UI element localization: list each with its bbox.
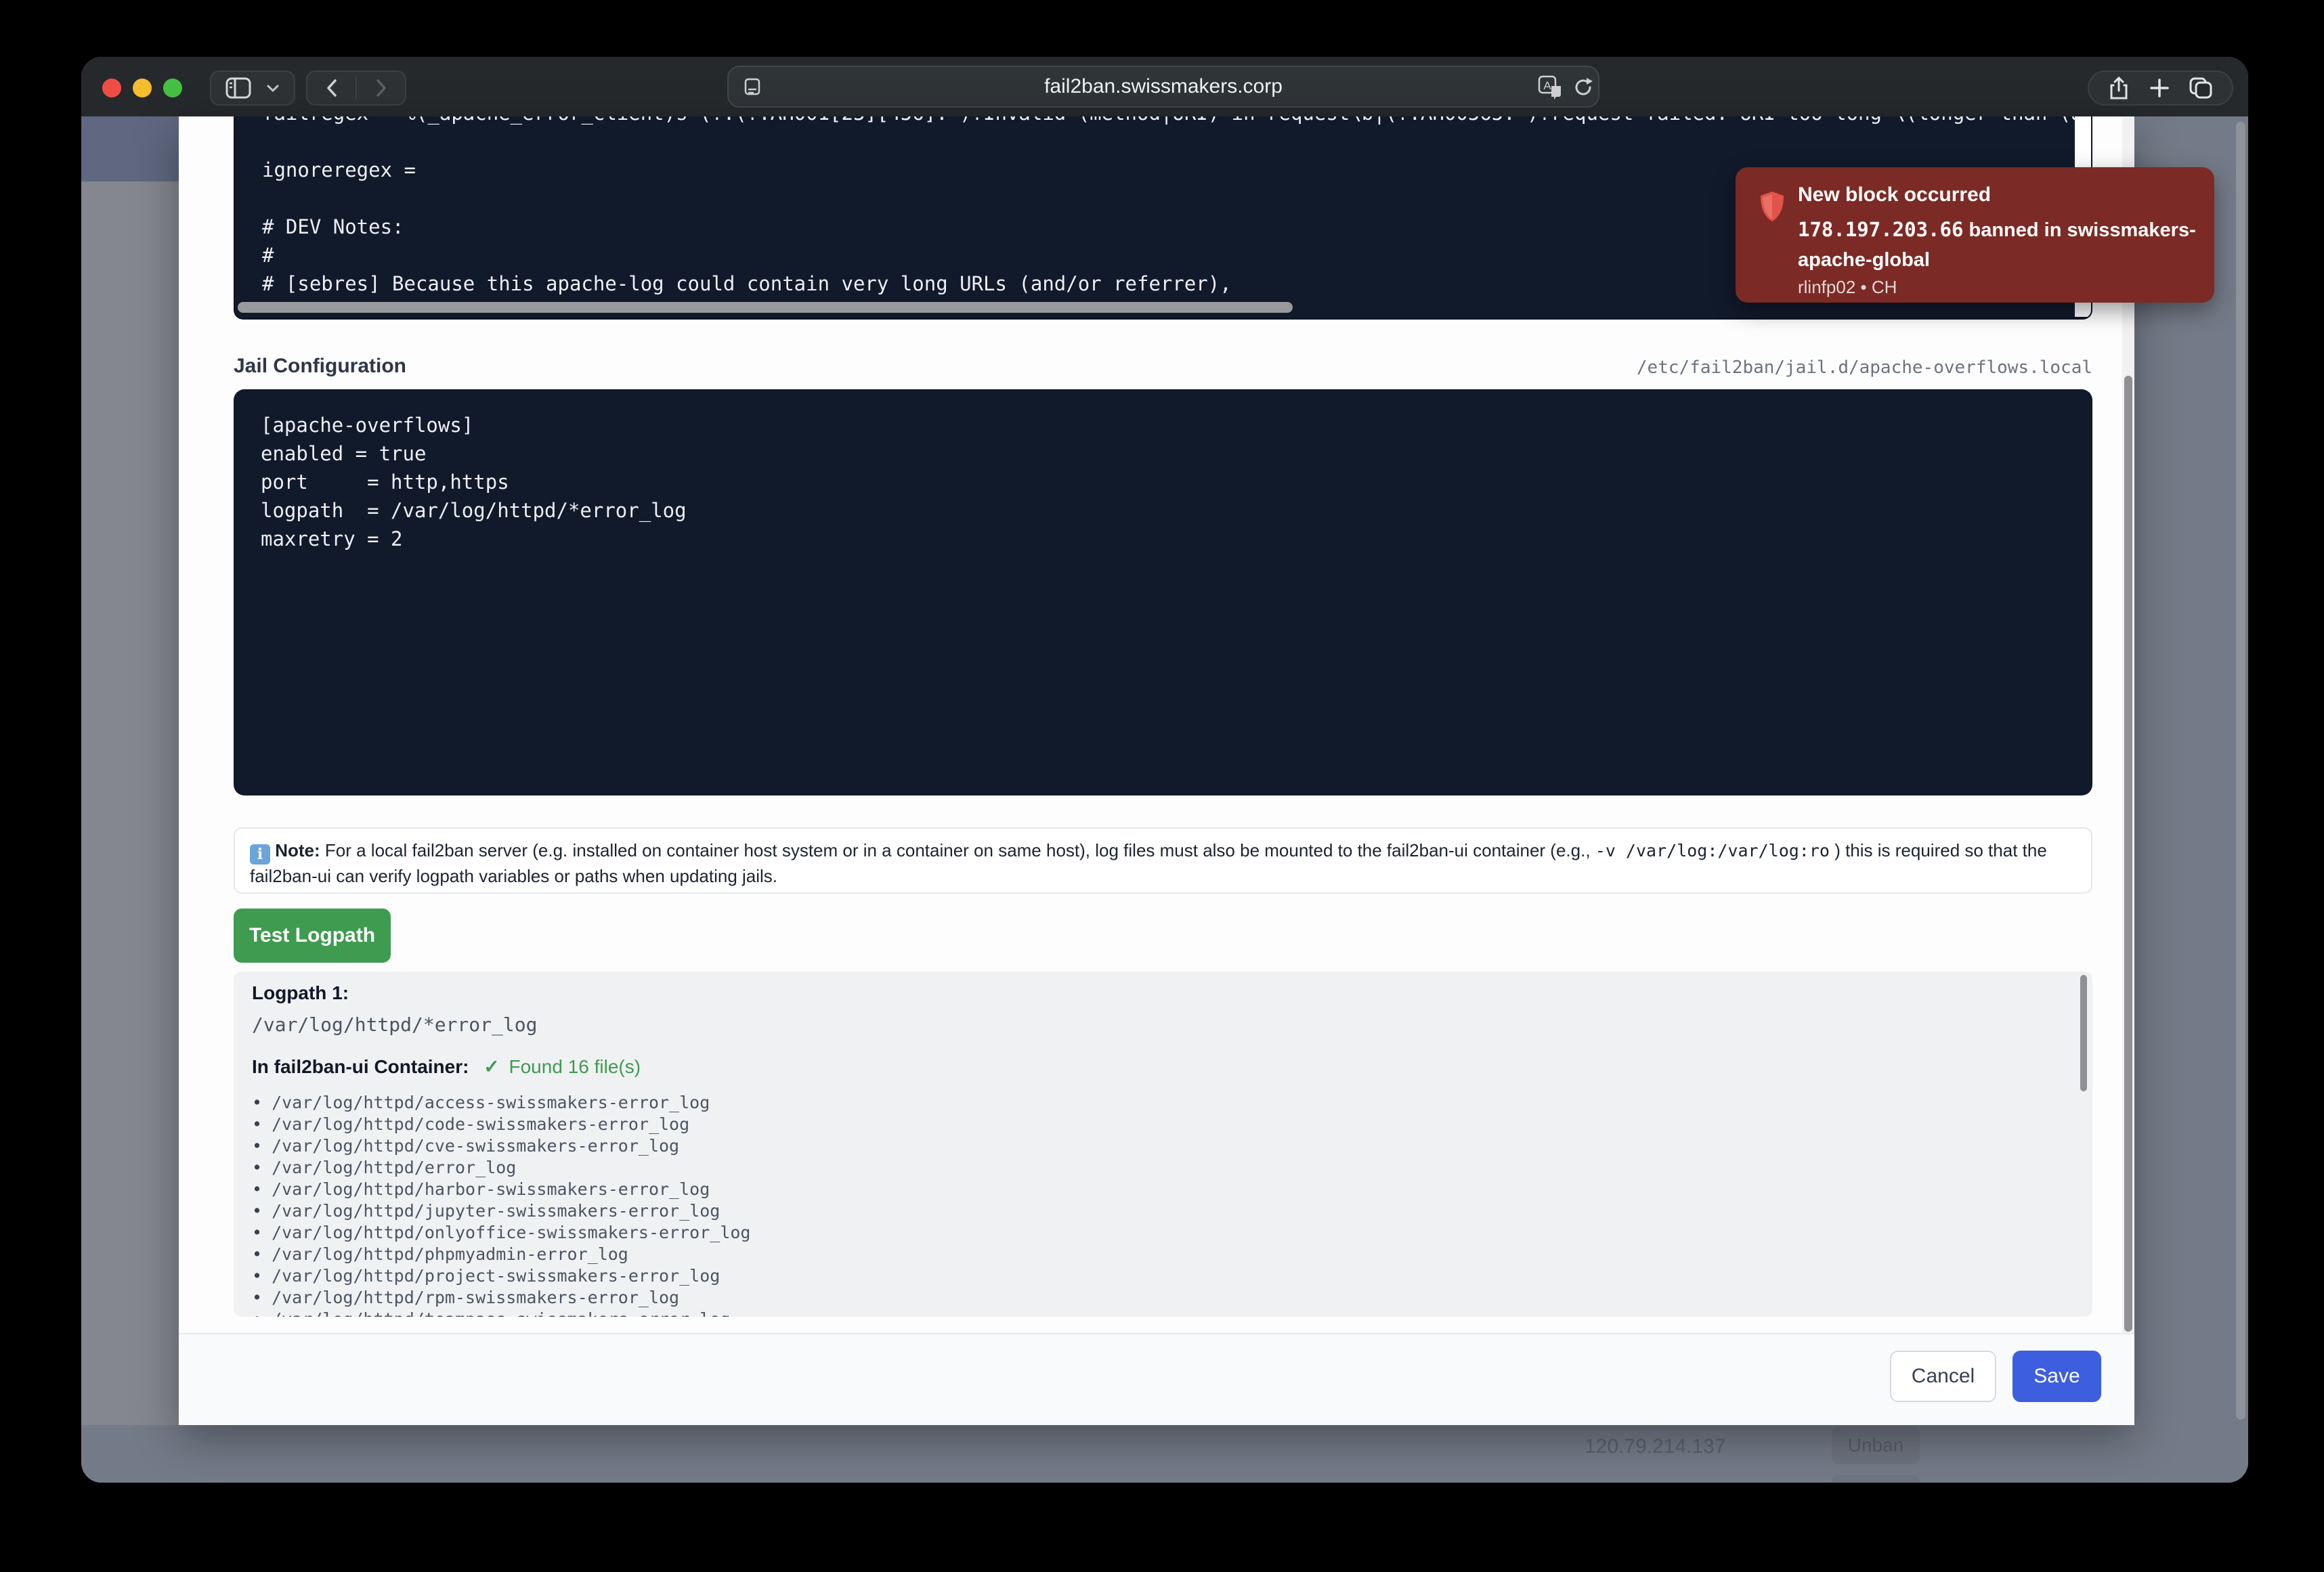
ban-toast-notification[interactable]: New block occurred 178.197.203.66 banned… [1736, 167, 2214, 303]
list-item: •/var/log/httpd/onlyoffice-swissmakers-e… [252, 1222, 2040, 1244]
browser-window: fail2ban.swissmakers.corp A 120.79.214.1… [81, 57, 2248, 1483]
translate-icon[interactable]: A [1538, 75, 1564, 100]
toast-middle: banned in [1963, 219, 2067, 241]
unban-button[interactable]: Unban [1832, 1426, 1920, 1464]
results-scrollbar-thumb[interactable] [2080, 975, 2087, 1091]
check-icon: ✓ [483, 1056, 499, 1077]
file-list: •/var/log/httpd/access-swissmakers-error… [252, 1092, 2040, 1317]
sidebar-toggle-group [210, 70, 295, 106]
share-icon[interactable] [2109, 76, 2129, 100]
minimize-window-button[interactable] [133, 79, 152, 97]
shield-icon [1759, 190, 1786, 223]
logpath-results-panel: Logpath 1: /var/log/httpd/*error_log In … [234, 971, 2092, 1317]
back-button-icon[interactable] [324, 77, 339, 99]
list-item-clipped: •/var/log/httpd/teampass-swissmakers-err… [252, 1309, 2040, 1317]
list-item: •/var/log/httpd/phpmyadmin-error_log [252, 1244, 2040, 1265]
dimmed-page-right [2134, 116, 2248, 1425]
cancel-button[interactable]: Cancel [1890, 1351, 1996, 1402]
svg-text:A: A [1543, 79, 1551, 92]
page-scrollbar[interactable] [2236, 122, 2245, 1420]
test-logpath-button[interactable]: Test Logpath [234, 909, 391, 963]
logpath-value: /var/log/httpd/*error_log [252, 1013, 537, 1036]
reload-icon[interactable] [1572, 76, 1595, 99]
list-item: •/var/log/httpd/cve-swissmakers-error_lo… [252, 1135, 2040, 1157]
new-tab-icon[interactable] [2149, 78, 2170, 98]
toast-ip: 178.197.203.66 [1798, 218, 1963, 241]
close-window-button[interactable] [102, 79, 121, 97]
edit-jail-modal: failregex = %(_apache_error_client)s (?:… [179, 116, 2134, 1425]
browser-toolbar: fail2ban.swissmakers.corp A [81, 57, 2248, 116]
modal-footer: Cancel Save [179, 1333, 2134, 1425]
list-item: •/var/log/httpd/jupyter-swissmakers-erro… [252, 1200, 2040, 1222]
info-icon: i [250, 844, 270, 865]
list-item: •/var/log/httpd/rpm-swissmakers-error_lo… [252, 1287, 2040, 1309]
list-item: •/var/log/httpd/harbor-swissmakers-error… [252, 1179, 2040, 1200]
list-item: •/var/log/httpd/error_log [252, 1157, 2040, 1179]
toast-message: 178.197.203.66 banned in swissmakers-apa… [1798, 215, 2196, 275]
editor-hscroll-thumb[interactable] [238, 302, 1293, 313]
maximize-window-button[interactable] [163, 79, 182, 97]
note-label: Note: [275, 840, 320, 860]
toast-title: New block occurred [1798, 183, 1991, 206]
save-button[interactable]: Save [2013, 1351, 2101, 1402]
nav-buttons-group [306, 70, 406, 106]
url-text[interactable]: fail2ban.swissmakers.corp [729, 67, 1598, 106]
list-item: •/var/log/httpd/project-swissmakers-erro… [252, 1265, 2040, 1287]
chevron-down-icon[interactable] [266, 83, 280, 93]
divider [356, 77, 357, 100]
dimmed-page-bottom: 120.79.214.137 Unban Unban [81, 1425, 2248, 1483]
container-label: In fail2ban-ui Container: [252, 1056, 469, 1077]
jail-config-editor[interactable]: [apache-overflows] enabled = true port =… [234, 389, 2092, 795]
list-item: •/var/log/httpd/access-swissmakers-error… [252, 1092, 2040, 1114]
logpath-label: Logpath 1: [252, 982, 349, 1004]
dimmed-sidebar [81, 181, 179, 1425]
sidebar-icon[interactable] [225, 77, 251, 99]
unban-button-clipped[interactable]: Unban [1832, 1475, 1920, 1483]
note-box: i Note: For a local fail2ban server (e.g… [234, 827, 2092, 894]
toast-meta: rlinfp02 • CH [1798, 277, 1897, 298]
container-result-line: In fail2ban-ui Container: ✓ Found 16 fil… [252, 1055, 641, 1078]
note-code: -v /var/log:/var/log:ro [1595, 841, 1830, 860]
page-icon [742, 77, 762, 97]
list-item: •/var/log/httpd/code-swissmakers-error_l… [252, 1114, 2040, 1135]
modal-scrollbar-thumb[interactable] [2124, 376, 2132, 1332]
address-bar[interactable]: fail2ban.swissmakers.corp A [727, 66, 1599, 108]
forward-button-icon[interactable] [374, 77, 389, 99]
note-text-1: For a local fail2ban server (e.g. instal… [320, 840, 1595, 860]
dimmed-sidebar-top [81, 116, 179, 181]
found-files-text: Found 16 file(s) [509, 1056, 641, 1077]
window-actions-group [2088, 70, 2233, 106]
jail-config-path: /etc/fail2ban/jail.d/apache-overflows.lo… [234, 357, 2092, 378]
banned-ip-text: 120.79.214.137 [1585, 1435, 1726, 1458]
tab-overview-icon[interactable] [2189, 77, 2212, 99]
